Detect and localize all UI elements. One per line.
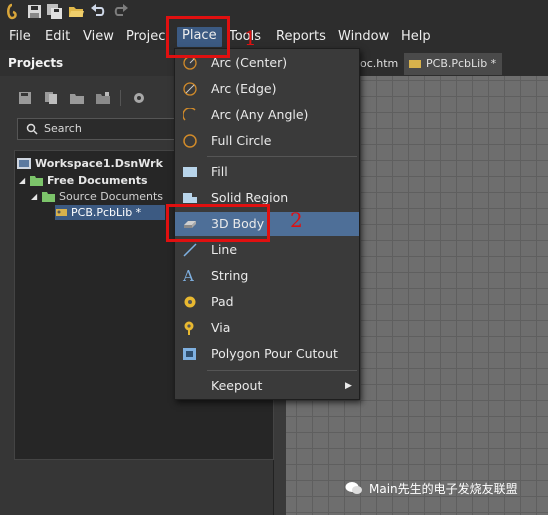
menu-item-label: Arc (Edge) xyxy=(211,81,277,96)
tree-item-workspace[interactable]: Workspace1.DsnWrk xyxy=(17,156,197,171)
workspace-icon xyxy=(17,158,31,169)
folder-icon[interactable] xyxy=(70,92,84,104)
annotation-box-2 xyxy=(166,204,270,242)
folder-add-icon[interactable] xyxy=(96,92,110,104)
menu-item-label: Keepout xyxy=(211,378,263,393)
annotation-number-2: 2 xyxy=(290,208,303,232)
line-icon xyxy=(183,243,197,257)
menu-item-label: Polygon Pour Cutout xyxy=(211,346,338,361)
redo-icon[interactable] xyxy=(112,3,129,20)
annotation-number-1: 1 xyxy=(244,26,257,50)
expand-arrow-icon[interactable]: ◢ xyxy=(19,173,25,188)
solid-region-icon xyxy=(183,193,197,203)
polygon-cutout-icon xyxy=(183,348,196,360)
string-icon: A xyxy=(183,267,194,285)
menu-help[interactable]: Help xyxy=(401,28,431,48)
search-icon xyxy=(26,123,38,135)
folder-icon xyxy=(30,176,43,186)
menu-item-keepout[interactable]: Keepout ▶ xyxy=(175,374,359,398)
toolbar xyxy=(0,0,548,24)
save-icon[interactable] xyxy=(18,92,32,104)
menu-item-label: Fill xyxy=(211,164,228,179)
tree-label: Source Documents xyxy=(59,190,163,203)
pcb-library-icon xyxy=(409,60,421,68)
tree-item-free-documents[interactable]: ◢ Free Documents xyxy=(19,173,199,188)
tree-item-pcblib[interactable]: PCB.PcbLib * xyxy=(55,205,165,220)
expand-arrow-icon[interactable]: ◢ xyxy=(31,189,37,204)
menu-bar: File Edit View Projec Place Tools Report… xyxy=(0,24,548,50)
gear-icon[interactable] xyxy=(132,92,146,104)
menu-item-label: String xyxy=(211,268,249,283)
watermark-text: Main先生的电子发烧友联盟 xyxy=(369,482,518,496)
tree-label: Workspace1.DsnWrk xyxy=(35,157,163,170)
menu-item-string[interactable]: A String xyxy=(175,264,359,288)
menu-separator xyxy=(207,156,357,157)
menu-item-label: Via xyxy=(211,320,231,335)
annotation-box-1 xyxy=(166,16,230,58)
menu-reports[interactable]: Reports xyxy=(276,28,326,48)
save-icon[interactable] xyxy=(26,3,43,20)
menu-item-pad[interactable]: Pad xyxy=(175,290,359,314)
tab-doc-htm[interactable]: oc.htm xyxy=(354,53,404,75)
pad-icon xyxy=(184,296,196,308)
arc-center-icon xyxy=(183,56,197,70)
search-placeholder: Search xyxy=(44,122,82,135)
menu-item-label: Arc (Any Angle) xyxy=(211,107,309,122)
fill-icon xyxy=(183,167,197,177)
copy-icon[interactable] xyxy=(44,92,58,104)
arc-any-angle-icon xyxy=(183,108,196,121)
app-logo-icon[interactable] xyxy=(4,3,21,20)
via-icon xyxy=(184,321,194,335)
menu-window[interactable]: Window xyxy=(338,28,389,48)
save-all-icon[interactable] xyxy=(46,3,63,20)
menu-edit[interactable]: Edit xyxy=(45,28,70,48)
wechat-icon xyxy=(345,482,362,494)
arc-edge-icon xyxy=(183,82,197,96)
menu-item-via[interactable]: Via xyxy=(175,316,359,340)
tab-pcblib[interactable]: PCB.PcbLib * xyxy=(404,53,503,75)
folder-icon xyxy=(42,192,55,202)
undo-icon[interactable] xyxy=(90,3,107,20)
menu-project[interactable]: Projec xyxy=(126,28,165,48)
menu-file[interactable]: File xyxy=(9,28,31,48)
menu-item-label: Pad xyxy=(211,294,234,309)
menu-item-label: Full Circle xyxy=(211,133,272,148)
menu-item-arc-edge[interactable]: Arc (Edge) xyxy=(175,77,359,101)
menu-item-arc-any-angle[interactable]: Arc (Any Angle) xyxy=(175,103,359,127)
menu-item-full-circle[interactable]: Full Circle xyxy=(175,129,359,153)
full-circle-icon xyxy=(183,134,197,148)
tab-label: PCB.PcbLib * xyxy=(426,57,497,70)
menu-item-polygon-pour-cutout[interactable]: Polygon Pour Cutout xyxy=(175,342,359,366)
menu-separator xyxy=(207,370,357,371)
submenu-arrow-icon: ▶ xyxy=(345,381,352,391)
menu-item-fill[interactable]: Fill xyxy=(175,160,359,184)
menu-view[interactable]: View xyxy=(83,28,114,48)
tree-label: PCB.PcbLib * xyxy=(71,206,142,219)
open-folder-icon[interactable] xyxy=(68,3,85,20)
tree-label: Free Documents xyxy=(47,174,148,187)
pcb-library-icon xyxy=(56,209,67,216)
